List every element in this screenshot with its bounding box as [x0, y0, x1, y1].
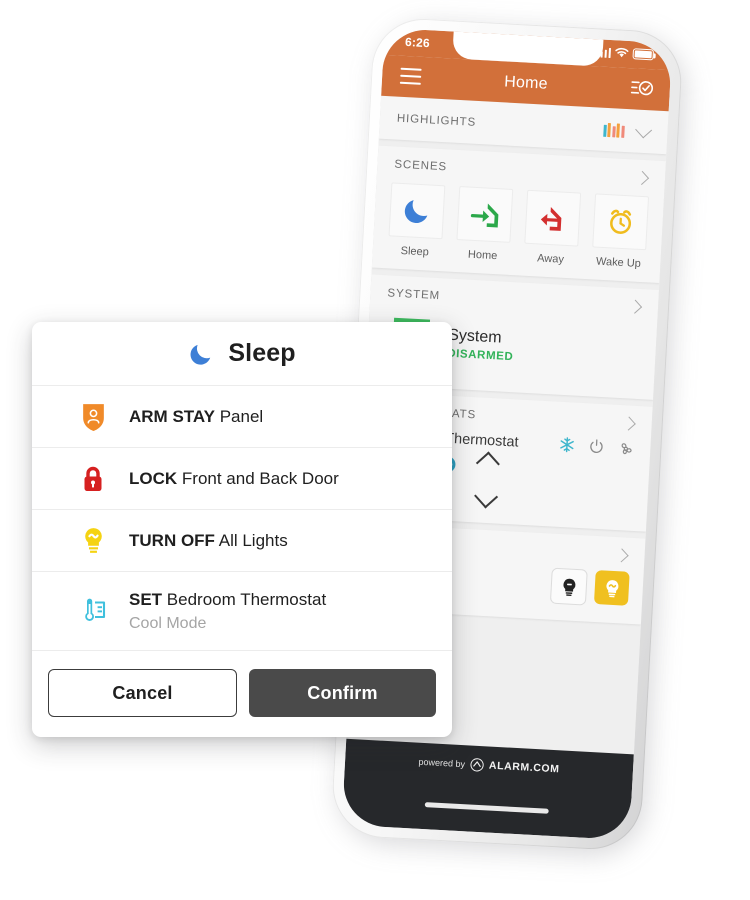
arrow-into-house-icon — [470, 203, 499, 228]
scene-label: Wake Up — [595, 255, 642, 270]
action-text: SET Bedroom Thermostat — [129, 590, 326, 610]
scene-label: Sleep — [400, 244, 430, 259]
powered-by-label: powered by — [418, 756, 466, 770]
system-name: System — [447, 326, 503, 347]
app-footer: powered by ALARM.COM — [341, 738, 634, 841]
wifi-icon — [615, 47, 629, 58]
action-verb: SET — [129, 589, 163, 609]
powered-by-block: powered by ALARM.COM — [418, 755, 560, 777]
scene-away[interactable]: Away — [523, 189, 582, 267]
scene-wake-up[interactable]: Wake Up — [591, 193, 650, 270]
scene-label: Home — [467, 248, 498, 263]
thermostat-icon — [78, 597, 108, 625]
action-row-arm-stay: ARM STAY Panel — [32, 386, 452, 448]
moon-icon — [404, 200, 428, 224]
action-target: All Lights — [218, 530, 288, 550]
confirm-button[interactable]: Confirm — [249, 669, 436, 717]
chevron-right-icon[interactable] — [628, 299, 643, 314]
brand-label: ALARM.COM — [488, 759, 560, 776]
section-scenes: SCENES Sleep Home Away Wake Up — [371, 145, 666, 284]
light-off-button[interactable] — [549, 567, 588, 606]
screenshot-stage: 6:26 Home HIGHLIGHTS SCENES Sleep Home A… — [0, 0, 750, 900]
action-row-turn-off-lights: TURN OFF All Lights — [32, 510, 452, 572]
action-verb: LOCK — [129, 468, 178, 488]
chevron-right-icon[interactable] — [614, 548, 629, 563]
highlights-title: HIGHLIGHTS — [396, 112, 477, 129]
alarm-clock-icon — [610, 209, 632, 234]
moon-icon — [190, 344, 211, 365]
cancel-button[interactable]: Cancel — [48, 669, 237, 717]
dialog-buttons: Cancel Confirm — [32, 651, 452, 737]
action-target: Panel — [219, 406, 264, 426]
arrow-out-of-house-icon — [540, 206, 562, 231]
action-row-set-thermostat: SET Bedroom Thermostat Cool Mode — [32, 572, 452, 651]
system-title: SYSTEM — [387, 287, 441, 303]
status-icons — [596, 45, 655, 61]
action-text: LOCK Front and Back Door — [129, 469, 339, 489]
nav-title: Home — [503, 72, 549, 93]
action-subtext: Cool Mode — [129, 614, 207, 632]
fan-icon[interactable] — [617, 440, 635, 457]
action-text: TURN OFF All Lights — [129, 531, 288, 551]
home-indicator[interactable] — [424, 802, 549, 814]
scenes-title: SCENES — [394, 158, 448, 174]
chevron-up-icon[interactable] — [475, 451, 500, 476]
scene-home[interactable]: Home — [455, 186, 514, 263]
alarm-dot-com-logo-icon — [470, 758, 484, 772]
power-icon[interactable] — [588, 438, 605, 455]
chevron-right-icon[interactable] — [634, 170, 650, 185]
chevron-down-icon[interactable] — [473, 484, 498, 509]
padlock-icon — [78, 465, 108, 493]
scene-confirm-dialog: Sleep ARM STAY Panel LOCK Front and Back… — [32, 322, 452, 737]
chevron-right-icon[interactable] — [621, 416, 636, 431]
battery-full-icon — [632, 48, 655, 61]
scene-label: Away — [536, 252, 565, 266]
system-state: DISARMED — [446, 347, 514, 363]
snowflake-icon[interactable] — [558, 436, 576, 454]
light-on-button[interactable] — [593, 569, 630, 606]
action-text: ARM STAY Panel — [129, 407, 263, 427]
hamburger-menu-icon[interactable] — [399, 67, 422, 85]
chevron-down-icon[interactable] — [635, 120, 653, 138]
lightbulb-on-icon — [606, 579, 618, 597]
status-time: 6:26 — [404, 34, 431, 51]
action-verb: ARM STAY — [129, 406, 215, 426]
action-target: Bedroom Thermostat — [166, 589, 327, 609]
action-target: Front and Back Door — [181, 468, 339, 488]
highlights-bars-icon — [602, 123, 625, 138]
action-text-block: SET Bedroom Thermostat Cool Mode — [129, 590, 326, 633]
action-row-lock: LOCK Front and Back Door — [32, 448, 452, 510]
activity-checklist-icon[interactable] — [630, 78, 654, 100]
dialog-title: Sleep — [228, 339, 296, 367]
action-verb: TURN OFF — [129, 530, 215, 550]
shield-person-icon — [78, 402, 108, 432]
dialog-header: Sleep — [32, 322, 452, 386]
lightbulb-icon — [78, 527, 108, 555]
lightbulb-off-icon — [563, 578, 575, 596]
scene-sleep[interactable]: Sleep — [387, 182, 446, 259]
